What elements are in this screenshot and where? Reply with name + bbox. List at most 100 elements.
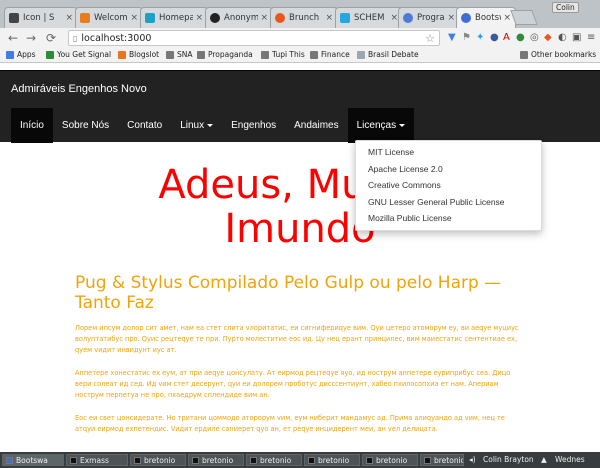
close-tab-icon[interactable]: × xyxy=(65,13,73,23)
taskbar-item[interactable]: bretonio xyxy=(420,454,464,466)
app-icon xyxy=(6,456,13,464)
terminal-icon xyxy=(250,456,257,464)
close-tab-icon[interactable]: × xyxy=(130,13,138,23)
nav-item-linux[interactable]: Linux xyxy=(171,108,222,143)
bookmark-label: Brasil Debate xyxy=(368,50,419,59)
dropdown-item-lgpl[interactable]: GNU Lesser General Public License xyxy=(356,194,541,211)
browser-toolbar: ← → ⟳ ▯ localhost:3000 ☆ ▼ ⚑ ✦ ● A ● ◎ ◆… xyxy=(0,28,600,48)
browser-tab[interactable]: SCHEM × xyxy=(335,7,403,28)
new-tab-button[interactable] xyxy=(510,10,538,25)
nav-label: Contato xyxy=(127,120,163,131)
extension-icon[interactable]: ▼ xyxy=(448,32,456,43)
nav-label: Linux xyxy=(180,120,205,131)
reload-button[interactable]: ⟳ xyxy=(44,31,58,45)
nav-label: Licenças xyxy=(356,120,397,131)
menu-icon[interactable]: ≡ xyxy=(587,32,595,43)
bookmark-folder[interactable]: Propaganda xyxy=(197,50,253,59)
twitter-icon[interactable]: ✦ xyxy=(476,32,484,43)
bookmark-item[interactable]: Brasil Debate xyxy=(357,50,419,59)
terminal-icon xyxy=(366,456,373,464)
taskbar-item[interactable]: bretonio xyxy=(130,454,186,466)
bookmark-label: Apps xyxy=(17,50,36,59)
extension-icon[interactable]: ◆ xyxy=(544,32,552,43)
browser-tab[interactable]: Anonym × xyxy=(205,7,273,28)
folder-icon xyxy=(166,50,174,59)
dropdown-item-mozilla[interactable]: Mozilla Public License xyxy=(356,210,541,227)
tab-favicon xyxy=(461,13,471,23)
folder-icon xyxy=(520,50,528,59)
bookmark-label: Other bookmarks xyxy=(531,50,597,59)
bookmark-folder[interactable]: Finance xyxy=(310,50,350,59)
clock[interactable]: Wednes xyxy=(555,455,585,464)
extension-icon[interactable]: ◎ xyxy=(530,32,539,43)
terminal-icon xyxy=(134,456,141,464)
tab-title: Anonym xyxy=(224,13,259,23)
nav-label: Sobre Nós xyxy=(61,120,110,131)
taskbar-item[interactable]: bretonio xyxy=(304,454,360,466)
bookmark-item[interactable]: Blogslot xyxy=(118,50,159,59)
taskbar-item[interactable]: bretonio xyxy=(188,454,244,466)
address-bar-url: localhost:3000 xyxy=(81,32,152,44)
close-tab-icon[interactable]: × xyxy=(260,13,268,23)
nav-label: Início xyxy=(20,120,44,131)
profile-button[interactable]: Colin xyxy=(552,2,579,13)
tab-title: Bootsw xyxy=(475,13,501,23)
volume-icon[interactable]: ◂) xyxy=(469,455,476,464)
taskbar-item[interactable]: Bootswa xyxy=(2,454,64,466)
extension-icon[interactable]: ● xyxy=(516,32,525,43)
browser-tab[interactable]: Brunch × xyxy=(270,7,338,28)
caret-down-icon xyxy=(207,124,214,127)
bookmark-apps[interactable]: Apps xyxy=(6,50,36,59)
nav-item-inicio[interactable]: Início xyxy=(11,108,53,143)
close-tab-icon[interactable]: × xyxy=(390,13,398,23)
section-subtitle: Pug & Stylus Compilado Pelo Gulp ou pelo… xyxy=(75,273,502,313)
other-bookmarks[interactable]: Other bookmarks xyxy=(520,50,596,59)
nav-item-licencas[interactable]: Licenças xyxy=(347,108,415,143)
bookmark-star-icon[interactable]: ☆ xyxy=(425,32,435,45)
browser-tab[interactable]: Icon | S × xyxy=(4,7,78,28)
dropdown-item-mit[interactable]: MIT License xyxy=(356,144,541,161)
browser-tab[interactable]: Progra × xyxy=(398,7,460,28)
address-bar[interactable]: ▯ localhost:3000 ☆ xyxy=(68,30,440,46)
extension-icon[interactable]: ◐ xyxy=(558,32,567,43)
close-tab-icon[interactable]: × xyxy=(195,13,203,23)
browser-tab-active[interactable]: Bootsw × xyxy=(456,7,516,28)
dropdown-item-apache[interactable]: Apache License 2.0 xyxy=(356,161,541,178)
terminal-icon xyxy=(424,456,431,464)
tab-favicon xyxy=(80,13,90,23)
nav-item-engenhos[interactable]: Engenhos xyxy=(222,108,285,143)
extension-icon[interactable]: ● xyxy=(490,32,499,43)
extension-icon[interactable]: A xyxy=(503,32,510,43)
body-paragraph: Лорем ипсум долор сит амет, нам еа стет … xyxy=(75,324,519,354)
bookmark-item[interactable]: You Get Signal xyxy=(46,50,111,59)
back-button[interactable]: ← xyxy=(6,31,20,45)
forward-button[interactable]: → xyxy=(24,31,38,45)
close-tab-icon[interactable]: × xyxy=(325,13,333,23)
site-brand[interactable]: Admiráveis Engenhos Novo xyxy=(11,83,147,95)
taskbar-item[interactable]: bretonio xyxy=(246,454,302,466)
bookmark-folder[interactable]: Tupi This xyxy=(261,50,305,59)
tab-title: Icon | S xyxy=(23,13,55,23)
dropdown-item-creative-commons[interactable]: Creative Commons xyxy=(356,177,541,194)
page-icon: ▯ xyxy=(73,33,78,43)
close-tab-icon[interactable]: × xyxy=(503,13,511,23)
browser-tab[interactable]: Homepa × xyxy=(140,7,208,28)
nav-item-sobre-nos[interactable]: Sobre Nós xyxy=(53,108,118,143)
close-tab-icon[interactable]: × xyxy=(447,13,455,23)
bookmark-label: SNA xyxy=(177,50,193,59)
page-viewport: Admiráveis Engenhos Novo Início Sobre Nó… xyxy=(0,63,600,452)
bookmark-favicon xyxy=(357,50,365,59)
taskbar-item[interactable]: Exmass xyxy=(66,454,128,466)
extension-icon[interactable]: ▣ xyxy=(572,32,581,43)
bookmarks-bar: Apps You Get Signal Blogslot SNA Propaga… xyxy=(0,48,600,63)
taskbar-label: bretonio xyxy=(318,455,350,465)
user-name[interactable]: Colin Brayton xyxy=(483,455,534,464)
tab-favicon xyxy=(403,13,413,23)
network-icon[interactable]: ▲ xyxy=(541,455,547,464)
bookmark-folder[interactable]: SNA xyxy=(166,50,193,59)
nav-item-contato[interactable]: Contato xyxy=(118,108,171,143)
nav-item-andaimes[interactable]: Andaimes xyxy=(285,108,347,143)
browser-tab[interactable]: Welcome × xyxy=(75,7,143,28)
extension-icon[interactable]: ⚑ xyxy=(462,32,471,43)
taskbar-item[interactable]: bretonio xyxy=(362,454,418,466)
